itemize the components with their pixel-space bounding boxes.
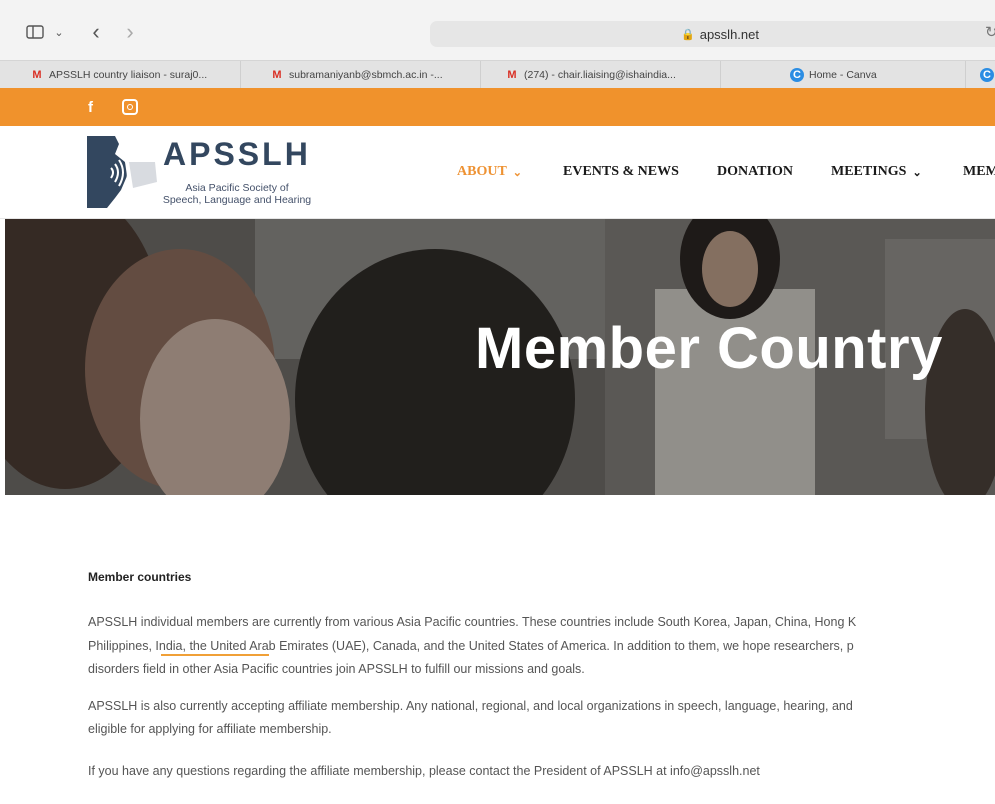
logo-subtitle-line1: Asia Pacific Society of: [185, 182, 289, 194]
nav-about-label: ABOUT: [457, 164, 507, 179]
nav-donation[interactable]: DONATION: [717, 126, 793, 218]
tab-canva-partial[interactable]: C: [980, 61, 995, 89]
logo-subtitle: Asia Pacific Society of Speech, Language…: [152, 182, 322, 206]
browser-toolbar: ⌄ ‹ › 🔒 apsslh.net ↻: [0, 12, 995, 52]
site-header: APSSLH Asia Pacific Society of Speech, L…: [0, 126, 995, 219]
logo-subtitle-line2: Speech, Language and Hearing: [162, 194, 312, 206]
canva-icon: C: [980, 68, 994, 82]
paragraph-2-line1: APSSLH is also currently accepting affil…: [88, 699, 853, 713]
tab-bar: M APSSLH country liaison - suraj0... M s…: [0, 60, 995, 89]
gmail-icon: M: [272, 69, 282, 81]
logo-mark-icon: [87, 136, 157, 208]
tab-canva[interactable]: C Home - Canva: [790, 61, 966, 89]
hero-title: Member Country: [475, 316, 943, 381]
tab-title: subramaniyanb@sbmch.ac.in -...: [289, 69, 443, 81]
forward-icon[interactable]: ›: [120, 12, 140, 52]
section-heading: Member countries: [88, 570, 192, 584]
tab-gmail-3[interactable]: M (274) - chair.liaising@ishaindia...: [505, 61, 721, 89]
nav-meetings-label: MEETINGS: [831, 164, 907, 179]
tab-title: (274) - chair.liaising@ishaindia...: [524, 69, 676, 81]
tab-gmail-1[interactable]: M APSSLH country liaison - suraj0...: [30, 61, 241, 89]
logo-title: APSSLH: [163, 136, 311, 172]
nav-members[interactable]: MEM: [963, 126, 995, 218]
paragraph-2-line2: eligible for applying for affiliate memb…: [88, 722, 332, 736]
nav-about[interactable]: ABOUT ⌄: [457, 126, 522, 218]
gmail-icon: M: [507, 69, 517, 81]
chevron-down-icon: ⌄: [912, 166, 922, 179]
reload-icon[interactable]: ↻: [985, 12, 995, 52]
instagram-icon: [122, 99, 138, 115]
canva-icon: C: [790, 68, 804, 82]
nav-events-news[interactable]: EVENTS & NEWS: [563, 126, 679, 218]
hero-banner: Member Country: [5, 219, 995, 495]
site-logo[interactable]: APSSLH Asia Pacific Society of Speech, L…: [85, 132, 325, 212]
sidebar-toggle-icon[interactable]: [24, 12, 46, 52]
address-bar[interactable]: 🔒 apsslh.net: [430, 21, 995, 47]
chevron-down-icon[interactable]: ⌄: [52, 12, 66, 52]
tab-gmail-2[interactable]: M subramaniyanb@sbmch.ac.in -...: [270, 61, 481, 89]
text-highlight-underline: [161, 654, 269, 656]
paragraph-1-line3: disorders field in other Asia Pacific co…: [88, 662, 585, 676]
facebook-icon[interactable]: f: [88, 88, 93, 126]
nav-members-label: MEM: [963, 164, 995, 179]
nav-events-label: EVENTS & NEWS: [563, 164, 679, 179]
back-icon[interactable]: ‹: [86, 12, 106, 52]
lock-icon: 🔒: [681, 28, 695, 41]
paragraph-1-line1: APSSLH individual members are currently …: [88, 615, 857, 629]
chevron-down-icon: ⌄: [512, 166, 523, 179]
url-text: apsslh.net: [699, 26, 759, 42]
browser-chrome: ⌄ ‹ › 🔒 apsslh.net ↻ M APSSLH country li…: [0, 0, 995, 89]
social-bar: f: [0, 88, 995, 126]
nav-donation-label: DONATION: [717, 164, 793, 179]
instagram-link[interactable]: [122, 88, 138, 126]
paragraph-3: If you have any questions regarding the …: [88, 764, 760, 778]
gmail-icon: M: [32, 69, 42, 81]
tab-title: Home - Canva: [809, 69, 877, 81]
nav-meetings[interactable]: MEETINGS ⌄: [831, 126, 922, 218]
tab-title: APSSLH country liaison - suraj0...: [49, 69, 208, 81]
